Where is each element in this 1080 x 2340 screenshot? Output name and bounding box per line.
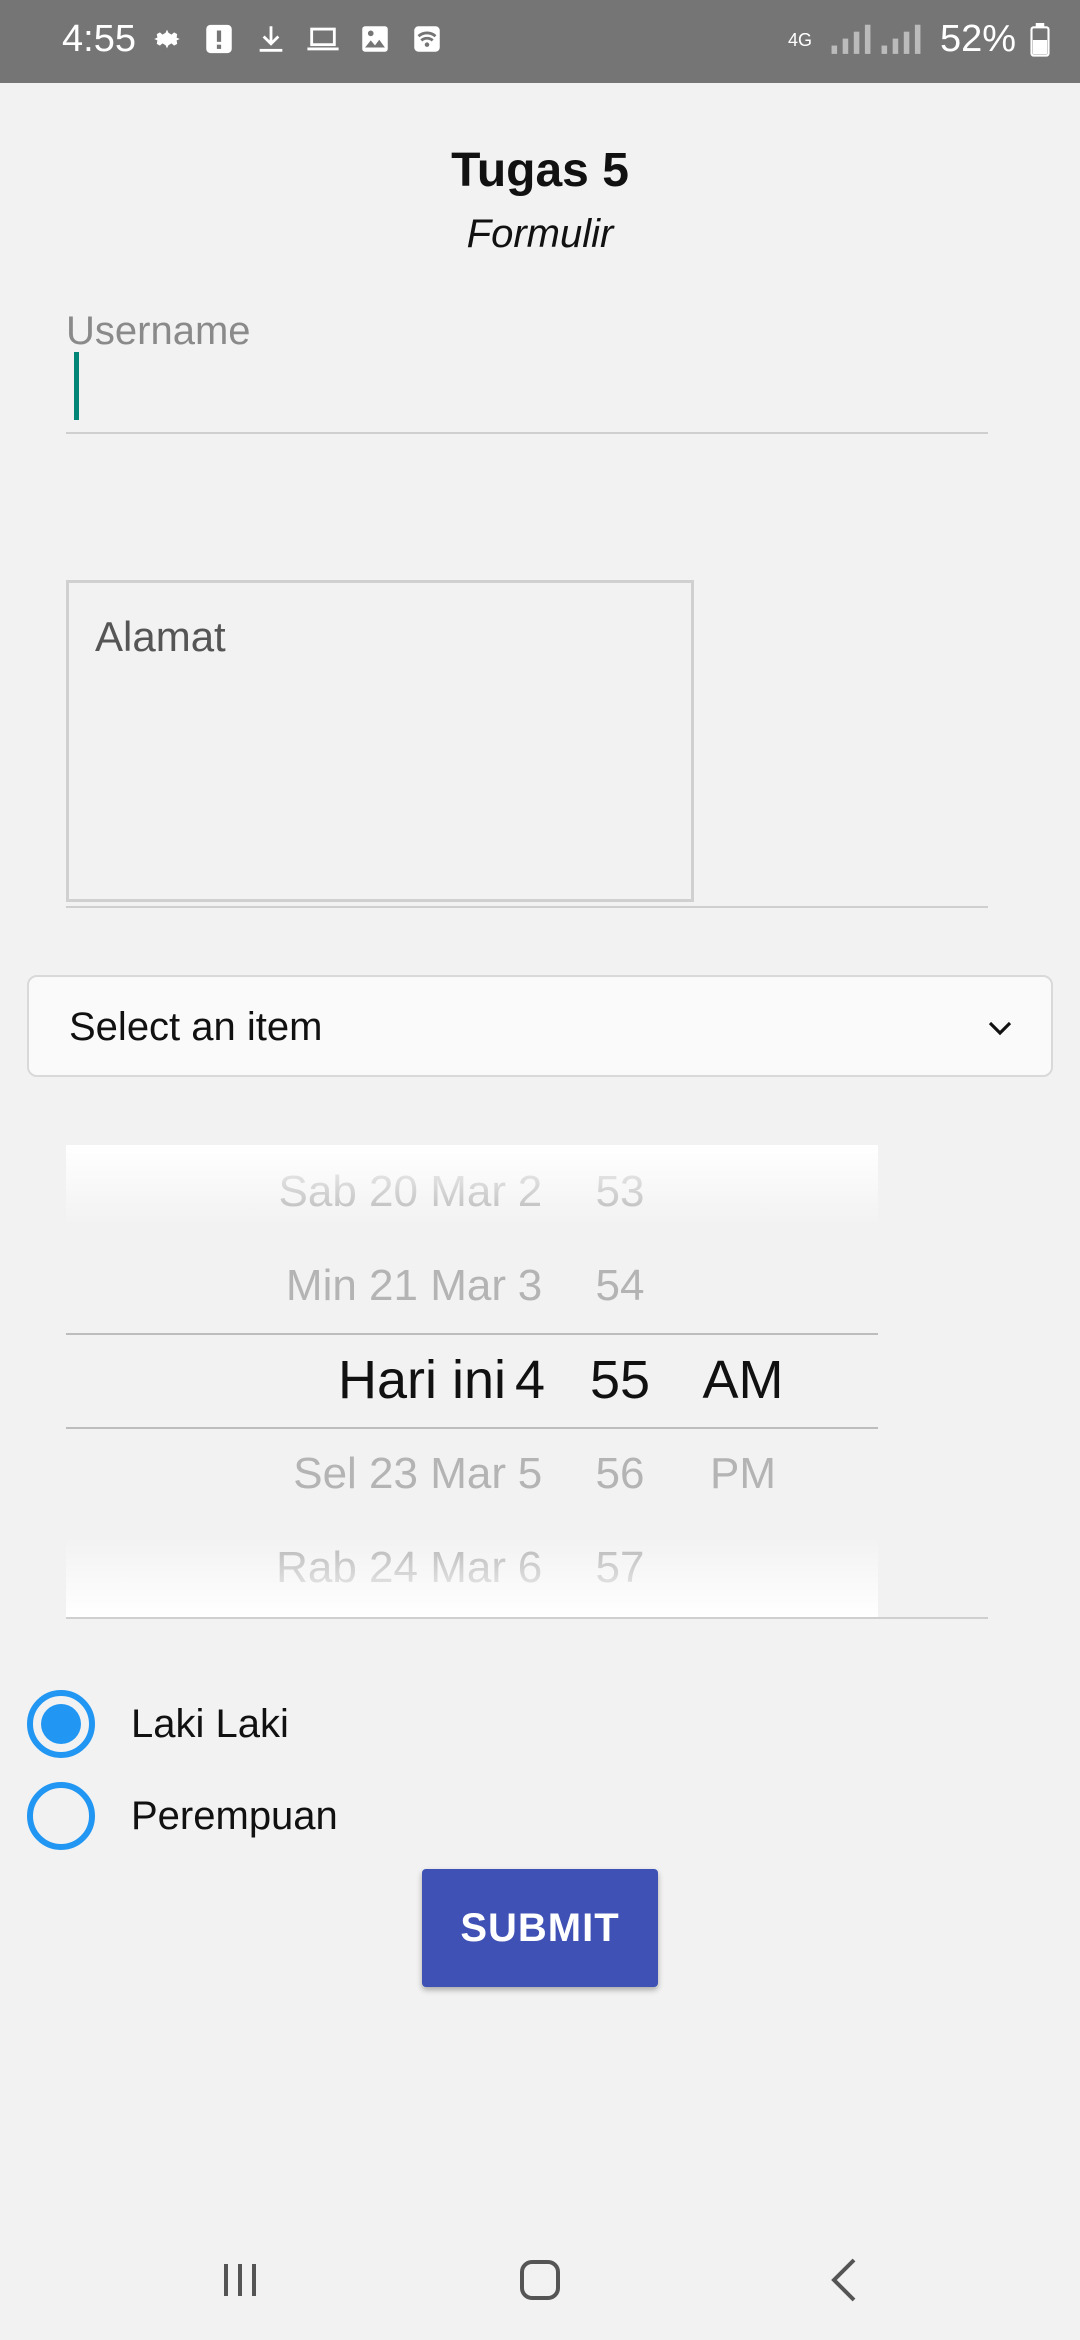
navigation-bar [0,2210,1080,2340]
laptop-icon [307,27,339,51]
picker-ampm: PM [710,1449,776,1498]
signal-icon [831,24,921,54]
alamat-placeholder: Alamat [95,613,226,660]
recents-icon[interactable] [210,2250,270,2310]
picker-date: Rab 24 Mar [276,1543,506,1592]
status-right: 4G 52% [788,18,1050,61]
network-type: 4G [787,29,812,50]
picker-minute: 57 [595,1543,645,1592]
spinner-selected: Select an item [69,1005,323,1049]
picker-minute: 55 [589,1350,651,1410]
settings-icon [154,29,180,49]
radio-checked-icon[interactable] [27,1690,95,1758]
page-subtitle: Formulir [466,212,614,256]
picker-minute: 56 [595,1449,645,1498]
picker-hour: 6 [517,1543,543,1592]
picker-selection-divider [66,1427,878,1429]
item-spinner[interactable]: Select an item [27,975,1053,1077]
alamat-textarea[interactable]: Alamat [66,580,694,902]
radio-label: Laki Laki [131,1701,289,1746]
username-underline [66,432,988,434]
picker-date: Min 21 Mar [285,1261,506,1310]
picker-hour: 2 [517,1167,543,1216]
status-bar: 4:55 4G 52% [0,0,1080,83]
picker-row[interactable]: Min 21 Mar 3 54 [66,1239,878,1333]
battery-icon [1030,22,1050,57]
picker-minute: 54 [595,1261,645,1310]
battery-percent: 52% [939,18,1016,60]
radio-perempuan[interactable]: Perempuan [27,1782,338,1850]
home-icon[interactable] [510,2250,570,2310]
picker-row[interactable]: Sab 20 Mar 2 53 [66,1145,878,1239]
picker-hour: 3 [517,1261,543,1310]
text-cursor [74,352,79,420]
chevron-down-icon [988,1021,1012,1036]
status-time: 4:55 [62,18,136,60]
picker-hour: 5 [517,1449,543,1498]
picker-row[interactable]: Sel 23 Mar 5 56 PM [66,1427,878,1521]
download-icon [259,26,283,52]
wifi-hotspot-icon [414,26,440,52]
picker-date: Sab 20 Mar [278,1167,506,1216]
username-label: Username [66,309,251,353]
status-notification-icons [150,22,444,56]
picker-date: Sel 23 Mar [293,1449,506,1498]
submit-button[interactable]: SUBMIT [422,1869,658,1987]
picker-minute: 53 [595,1167,645,1216]
picker-row-selected[interactable]: Hari ini 4 55 AM [66,1333,878,1427]
picker-date: Hari ini [337,1350,506,1410]
picker-underline [66,1617,988,1619]
alamat-underline [66,906,988,908]
radio-label: Perempuan [131,1793,338,1838]
picker-ampm: AM [702,1350,784,1410]
picker-selection-divider [66,1333,878,1335]
radio-unchecked-icon[interactable] [27,1782,95,1850]
back-icon[interactable] [816,2250,876,2310]
datetime-picker[interactable]: Sab 20 Mar 2 53 Min 21 Mar 3 54 Hari ini… [66,1145,878,1617]
picker-hour: 4 [514,1350,546,1410]
image-icon [362,26,388,52]
page-title: Tugas 5 [451,144,629,197]
alert-icon [206,24,232,54]
radio-laki-laki[interactable]: Laki Laki [27,1690,289,1758]
picker-row[interactable]: Rab 24 Mar 6 57 [66,1521,878,1615]
